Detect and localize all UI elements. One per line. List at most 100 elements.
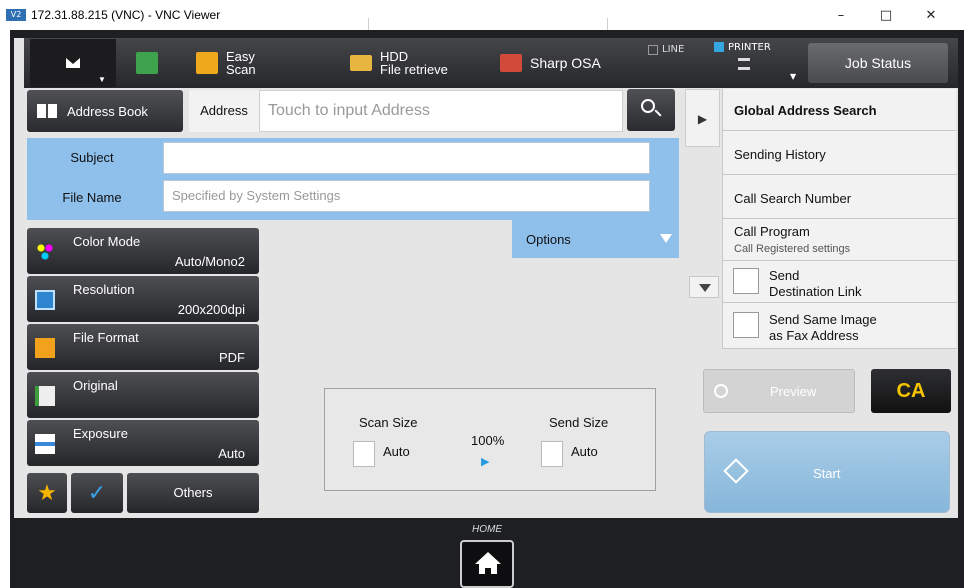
address-input[interactable]: Touch to input Address bbox=[259, 90, 623, 132]
preview-label: Preview bbox=[770, 384, 817, 399]
favorites-star-button[interactable]: ★ bbox=[27, 473, 67, 513]
filename-label: File Name bbox=[62, 190, 122, 205]
search-icon bbox=[641, 99, 655, 113]
options-label: Options bbox=[526, 232, 571, 247]
ratio-value: 100% bbox=[471, 433, 505, 448]
resolution-button[interactable]: Resolution 200x200dpi bbox=[27, 276, 259, 322]
hdd-file-retrieve-button[interactable]: HDD File retrieve bbox=[350, 38, 448, 88]
file-format-icon bbox=[35, 338, 55, 358]
email-mode-button[interactable]: ▼ bbox=[30, 39, 116, 87]
preview-icon bbox=[714, 384, 728, 398]
chevron-down-icon bbox=[699, 284, 711, 292]
line-label: LINE bbox=[662, 44, 685, 55]
action-menu: Global Address Search Sending History Ca… bbox=[722, 89, 957, 349]
printer-label: PRINTER bbox=[728, 42, 771, 53]
easy-scan-label: Easy Scan bbox=[226, 50, 256, 76]
line-indicator: LINE bbox=[648, 44, 684, 55]
send-destination-link-checkbox[interactable] bbox=[733, 268, 759, 294]
file-format-value: PDF bbox=[219, 350, 245, 365]
send-destination-link-line1: Send bbox=[769, 268, 800, 283]
color-mode-button[interactable]: Color Mode Auto/Mono2 bbox=[27, 228, 259, 274]
original-button[interactable]: Original bbox=[27, 372, 259, 418]
address-book-label: Address Book bbox=[67, 103, 148, 119]
options-button[interactable]: Options bbox=[512, 220, 679, 258]
easy-scan-button[interactable]: Easy Scan bbox=[196, 38, 256, 88]
home-label: HOME bbox=[472, 524, 502, 535]
send-size-value: Auto bbox=[571, 444, 598, 459]
window-titlebar: V2 172.31.88.215 (VNC) - VNC Viewer – □ … bbox=[0, 0, 964, 32]
printer-indicator[interactable]: PRINTER ▼ bbox=[714, 42, 800, 88]
vnc-logo-icon: V2 bbox=[6, 9, 26, 21]
size-summary-panel: Scan Size Auto 100% ▶ Send Size Auto bbox=[324, 388, 656, 491]
easy-scan-line2: Scan bbox=[226, 62, 256, 77]
sending-history-item[interactable]: Sending History bbox=[723, 131, 957, 175]
envelope-icon bbox=[66, 58, 80, 68]
address-book-button[interactable]: Address Book bbox=[27, 90, 183, 132]
chevron-down-icon bbox=[660, 234, 672, 243]
check-icon: ✓ bbox=[87, 480, 107, 505]
hdd-label: HDD File retrieve bbox=[380, 50, 448, 76]
document-green-icon bbox=[136, 52, 158, 74]
preview-button[interactable]: Preview bbox=[703, 369, 855, 413]
call-search-number-item[interactable]: Call Search Number bbox=[723, 175, 957, 219]
call-program-item[interactable]: Call Program Call Registered settings bbox=[723, 219, 957, 261]
clear-all-button[interactable]: CA bbox=[871, 369, 951, 413]
home-button[interactable] bbox=[460, 540, 514, 588]
dropdown-arrow-icon: ▼ bbox=[790, 72, 797, 81]
dropdown-arrow-icon: ▼ bbox=[98, 75, 106, 84]
scan-paper-icon bbox=[353, 441, 375, 467]
easy-scan-icon bbox=[196, 52, 218, 74]
collapse-panel-button[interactable]: ▶ bbox=[685, 89, 720, 147]
scan-size-value: Auto bbox=[383, 444, 410, 459]
sharp-osa-button[interactable]: Sharp OSA bbox=[500, 38, 601, 88]
start-button[interactable]: Start bbox=[704, 431, 950, 513]
minimize-button[interactable]: – bbox=[826, 6, 856, 26]
printer-status-box bbox=[714, 42, 724, 52]
checklist-button[interactable]: ✓ bbox=[71, 473, 123, 513]
maximize-button[interactable]: □ bbox=[871, 6, 901, 26]
send-destination-link-item[interactable]: Send Destination Link bbox=[723, 261, 957, 303]
send-same-image-item[interactable]: Send Same Image as Fax Address bbox=[723, 303, 957, 349]
exposure-value: Auto bbox=[218, 446, 245, 461]
window-title: 172.31.88.215 (VNC) - VNC Viewer bbox=[31, 8, 221, 22]
exposure-icon bbox=[35, 434, 55, 454]
file-format-label: File Format bbox=[73, 330, 139, 345]
exposure-button[interactable]: Exposure Auto bbox=[27, 420, 259, 466]
home-icon-door bbox=[485, 568, 491, 574]
call-program-sublabel: Call Registered settings bbox=[734, 243, 851, 255]
close-button[interactable]: ✕ bbox=[916, 6, 946, 26]
search-button[interactable] bbox=[627, 89, 675, 131]
scroll-down-button[interactable] bbox=[689, 276, 719, 298]
call-program-label: Call Program bbox=[734, 224, 810, 239]
address-book-icon bbox=[37, 104, 57, 118]
subject-label: Subject bbox=[70, 150, 114, 165]
resolution-value: 200x200dpi bbox=[177, 302, 245, 317]
original-document-icon bbox=[35, 386, 55, 406]
scan-to-folder-button[interactable] bbox=[136, 38, 158, 88]
exposure-label: Exposure bbox=[73, 426, 128, 441]
printer-icon bbox=[738, 58, 750, 70]
mode-bar: ▼ Easy Scan HDD File retrieve Sharp OSA … bbox=[24, 38, 958, 88]
global-address-search-item[interactable]: Global Address Search bbox=[723, 89, 957, 131]
color-mode-label: Color Mode bbox=[73, 234, 141, 249]
send-same-image-line1: Send Same Image bbox=[769, 312, 877, 327]
send-same-image-checkbox[interactable] bbox=[733, 312, 759, 338]
play-step-icon: ▶ bbox=[697, 112, 708, 126]
send-destination-link-line2: Destination Link bbox=[769, 284, 862, 299]
start-label: Start bbox=[813, 466, 841, 481]
star-icon: ★ bbox=[37, 480, 57, 505]
send-paper-icon bbox=[541, 441, 563, 467]
others-button[interactable]: Others bbox=[127, 473, 259, 513]
send-same-image-line2: as Fax Address bbox=[769, 328, 859, 343]
subject-field[interactable] bbox=[163, 142, 650, 174]
sending-history-label: Sending History bbox=[734, 147, 826, 162]
file-format-button[interactable]: File Format PDF bbox=[27, 324, 259, 370]
color-dots-icon bbox=[35, 242, 55, 262]
hdd-line2: File retrieve bbox=[380, 62, 448, 77]
search-icon-handle bbox=[654, 109, 662, 117]
job-status-button[interactable]: Job Status bbox=[808, 43, 948, 83]
filename-field[interactable]: Specified by System Settings bbox=[163, 180, 650, 212]
message-fields-area: Subject File Name Specified by System Se… bbox=[27, 138, 679, 220]
start-icon bbox=[723, 458, 749, 484]
send-size-label: Send Size bbox=[549, 415, 609, 430]
